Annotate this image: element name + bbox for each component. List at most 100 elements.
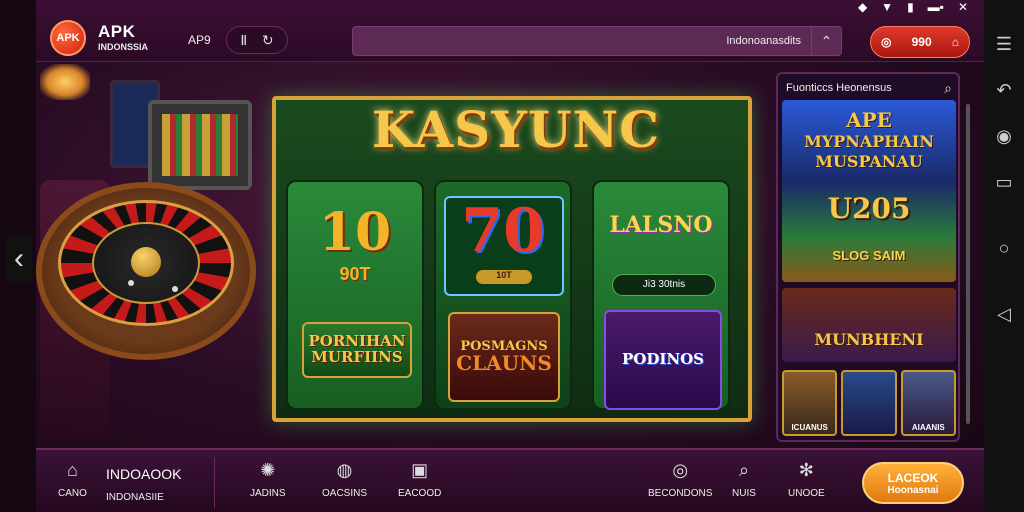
search-icon: ⌕ [738, 459, 750, 480]
game-tiles: ICUANUS AIAANIS [782, 370, 956, 436]
search-bar[interactable]: Indonoanasdits ⌃ [352, 26, 842, 56]
roulette-wheel [36, 182, 256, 360]
nav-item-label: NUIS [732, 488, 756, 499]
nav-home-label: CANO [58, 488, 87, 499]
game-title: KASYUNC [371, 100, 661, 159]
reel-1[interactable]: 10 90T PORNIHAN MURFIINS [286, 180, 424, 410]
chevron-left-icon[interactable]: ‹ [6, 236, 32, 282]
left-edge: ‹ [0, 0, 36, 512]
nav-home-title: INDOAOOK [106, 466, 182, 482]
gear-icon: ✻ [798, 459, 814, 480]
reel-1-plate[interactable]: PORNIHAN MURFIINS [302, 322, 412, 378]
close-icon[interactable]: ✕ [958, 0, 968, 14]
wifi-icon: ▼ [881, 0, 894, 14]
home-icon: ⌂ [67, 459, 78, 480]
reel-1-sub: 90T [339, 264, 371, 284]
sparkle-icon: ✺ [260, 459, 276, 480]
nav-item-eacood[interactable]: ▣ EACOOD [398, 458, 442, 500]
game-tile[interactable]: ICUANUS [782, 370, 838, 436]
promo-banner-1[interactable]: APE MYPNAPHAIN MUSPANAU U205 SLOG SAIM [782, 100, 956, 282]
banner-1-line-3: MUSPANAU [815, 152, 923, 171]
app-window: ‹ ◆ ▼ ▮ ▬▪ ✕ APK APK INDONSSIA AP9 Ⅱ ↻ I… [0, 0, 1024, 512]
signal-icon: ▬▪ [927, 0, 944, 14]
tile-label: AIAANIS [911, 423, 945, 432]
cta-label: LACEOK [887, 470, 939, 485]
nav-item-label: UNOOE [788, 488, 825, 499]
toggle-control[interactable]: Ⅱ ↻ [226, 26, 288, 54]
nav-item-unooe[interactable]: ✻ UNOOE [788, 458, 825, 500]
promo-scrollbar[interactable] [966, 104, 970, 424]
nav-home-subtitle: INDONASIIE [106, 492, 164, 503]
promo-header: Fuonticcs Heonensus [786, 82, 892, 94]
nav-item-label: OACSINS [322, 488, 368, 499]
nav-item-label: BECONDONS [648, 488, 713, 499]
banner-1-line-5: SLOG SAIM [832, 248, 906, 263]
nav-item-becondons[interactable]: ◎ BECONDONS [648, 458, 713, 500]
reel-3-plate[interactable]: PODINOS [604, 310, 722, 410]
nav-home[interactable]: ⌂ CANO [58, 458, 87, 500]
nav-divider [214, 458, 215, 508]
window-icon[interactable]: ▭ [992, 168, 1016, 196]
reel-2-pill: 10T [476, 270, 532, 284]
refresh-icon[interactable]: ↻ [262, 32, 274, 49]
banner-1-line-4: U205 [827, 192, 911, 225]
coin-icon: ◎ [881, 35, 892, 49]
menu-icon[interactable]: ☰ [992, 30, 1016, 58]
roulette-ball [172, 286, 178, 292]
tile-label: ICUANUS [791, 423, 828, 432]
wallet-amount: 990 [911, 35, 932, 49]
pause-icon[interactable]: Ⅱ [240, 32, 247, 49]
nav-item-label: EACOOD [398, 488, 442, 499]
back-arrow-icon[interactable]: ↶ [992, 76, 1016, 104]
top-bar: ◆ ▼ ▮ ▬▪ ✕ APK APK INDONSSIA AP9 Ⅱ ↻ Ind… [36, 0, 986, 62]
reel-2[interactable]: 70 10T POSMAGNS CLAUNS [434, 180, 572, 410]
promo-panel: Fuonticcs Heonensus ⌕ APE MYPNAPHAIN MUS… [776, 72, 970, 442]
logo[interactable]: APK [50, 20, 86, 56]
banner-2-line-1: MUNBHENI [814, 330, 924, 349]
system-nav: ☰ ↶ ◉ ▭ ○ ◁ [984, 0, 1024, 512]
logo-text: APK [56, 32, 80, 44]
cta-button[interactable]: LACEOK Hoonasnai [862, 462, 964, 504]
banner-1-line-1: APE [846, 108, 892, 132]
reel-3-logo: LALSNO [609, 212, 713, 238]
game-tile[interactable]: AIAANIS [900, 370, 956, 436]
back-triangle-icon[interactable]: ◁ [992, 300, 1016, 328]
lamp-decor [40, 64, 90, 100]
reel-3-info: Ji3 30tnis [612, 274, 716, 296]
nav-item-label: JADINS [250, 488, 286, 499]
gift-icon: ⌂ [951, 35, 959, 49]
wallet-button[interactable]: ◎ 990 ⌂ [870, 26, 970, 58]
status-bar: ◆ ▼ ▮ ▬▪ ✕ [858, 0, 986, 14]
slot-machine-decor [148, 100, 252, 190]
search-input[interactable]: Indonoanasdits [726, 35, 801, 47]
search-icon[interactable]: ⌕ [944, 80, 952, 97]
cta-sublabel: Hoonasnai [887, 484, 939, 496]
battery-icon: ▮ [907, 0, 914, 14]
roulette-center [92, 222, 200, 304]
roulette-ball [128, 280, 134, 286]
nav-item-nuis[interactable]: ⌕ NUIS [732, 458, 756, 500]
nav-item-oacsins[interactable]: ◍ OACSINS [322, 458, 368, 500]
brand-subtitle: INDONSSIA [98, 42, 149, 52]
target-icon: ◎ [672, 459, 689, 480]
chevron-icon[interactable]: ⌃ [811, 27, 841, 55]
roulette-spindle [131, 247, 161, 278]
chips-icon: ◍ [336, 459, 353, 480]
reel-2-plate-big: CLAUNS [456, 351, 552, 376]
diamond-icon: ◆ [857, 0, 868, 14]
brand-title: APK [98, 22, 136, 41]
record-icon[interactable]: ◉ [992, 122, 1016, 150]
reel-3[interactable]: LALSNO Ji3 30tnis PODINOS [592, 180, 730, 410]
nav-item-jadins[interactable]: ✺ JADINS [250, 458, 286, 500]
promo-banner-2[interactable]: MUNBHENI [782, 288, 956, 362]
game-tile[interactable] [841, 370, 897, 436]
banner-1-line-2: MYPNAPHAIN [804, 132, 934, 151]
bottom-nav: ⌂ CANO INDOAOOK INDONASIIE ✺ JADINS ◍ OA… [36, 448, 986, 512]
slot-game-panel[interactable]: KASYUNC 10 90T PORNIHAN MURFIINS 70 10T … [272, 96, 752, 422]
home-circle-icon[interactable]: ○ [992, 234, 1016, 262]
reel-2-plate[interactable]: POSMAGNS CLAUNS [448, 312, 560, 402]
phone-icon: ▣ [411, 459, 429, 480]
apk-label: AP9 [188, 33, 211, 47]
reel-2-number: 70 [461, 196, 545, 266]
slot-grid [162, 114, 238, 176]
